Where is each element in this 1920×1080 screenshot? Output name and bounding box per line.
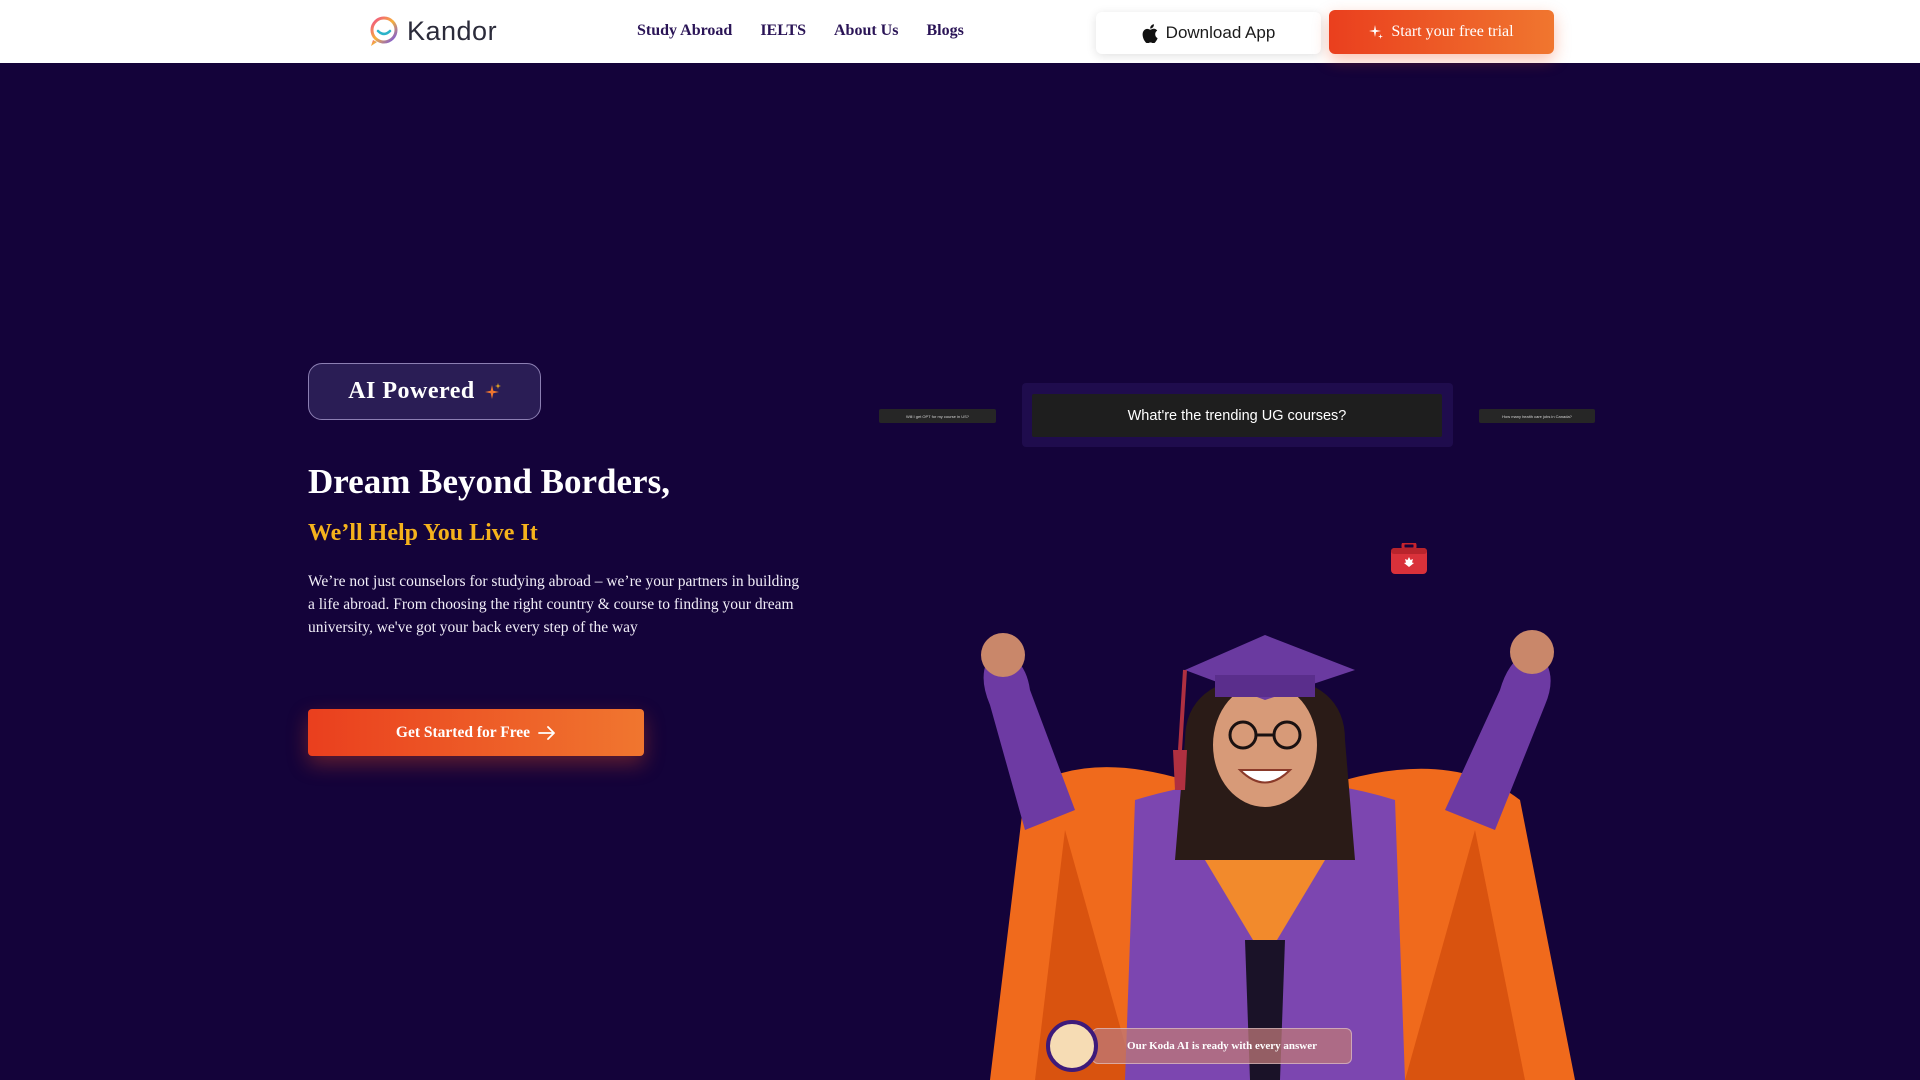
download-app-label: Download App [1165, 23, 1276, 42]
hero-description: We’re not just counselors for studying a… [308, 573, 800, 636]
koda-avatar [1046, 1020, 1098, 1072]
main-nav: Study Abroad IELTS About Us Blogs [637, 22, 964, 40]
logo-text: Kandor [407, 15, 498, 46]
free-trial-button[interactable]: Start your free trial [1329, 10, 1554, 54]
badge-label: AI Powered [348, 378, 475, 404]
question-card-right[interactable]: How many health care jobs in Canada? [1479, 409, 1595, 423]
koda-ai-label: Our Koda AI is ready with every answer [1092, 1028, 1352, 1064]
arrow-right-icon [538, 725, 555, 740]
logo[interactable]: Kandor [367, 14, 497, 48]
hero-subtitle: We’ll Help You Live It [308, 520, 538, 546]
graduate-illustration [981, 630, 1575, 1080]
suitcase-icon [1391, 543, 1427, 574]
nav-blogs[interactable]: Blogs [926, 22, 963, 40]
top-navbar: Kandor Study Abroad IELTS About Us Blogs… [0, 0, 1920, 63]
sparkle-icon [1369, 25, 1384, 39]
get-started-label: Get Started for Free [395, 723, 531, 741]
nav-about-us[interactable]: About Us [834, 22, 898, 40]
question-card-main[interactable]: What're the trending UG courses? [1032, 394, 1442, 437]
ai-powered-badge: AI Powered [308, 363, 541, 420]
nav-ielts[interactable]: IELTS [760, 22, 806, 40]
free-trial-label: Start your free trial [1391, 23, 1514, 40]
question-card-left[interactable]: Will I get OPT for my course in US? [879, 409, 996, 423]
download-app-button[interactable]: Download App [1096, 12, 1321, 54]
get-started-button[interactable]: Get Started for Free [308, 709, 644, 756]
hero-title: Dream Beyond Borders, [308, 462, 670, 501]
logo-mark [370, 16, 398, 46]
sparkle-icon [484, 382, 501, 399]
koda-ai-chip[interactable]: Our Koda AI is ready with every answer [1046, 1020, 1352, 1072]
apple-icon [1142, 23, 1158, 43]
nav-study-abroad[interactable]: Study Abroad [637, 22, 732, 40]
